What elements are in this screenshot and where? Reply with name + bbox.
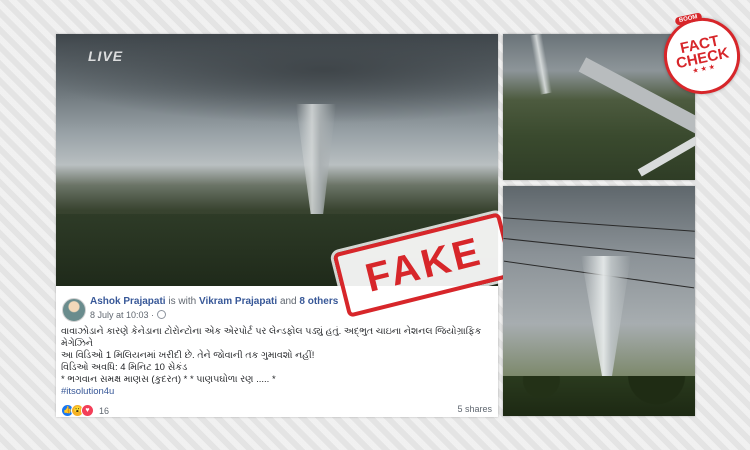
boom-label: BOOM [674,12,703,26]
with-text: is with [168,296,197,307]
facebook-post-card: LIVE 2 Ashok Prajapati is with Vikram Pr… [56,34,498,417]
power-line [503,237,695,260]
tornado-funnel [296,104,336,224]
love-icon: ♥ [81,404,94,417]
powerline-tornado-photo [503,186,695,416]
live-label: LIVE [88,48,124,64]
author-link[interactable]: Ashok Prajapati [90,296,166,307]
body-line-2: આ વિડિઓ 1 મિલિયનમાં ખરીદી છે. તેને જોવાન… [61,350,315,361]
tagged-link[interactable]: Vikram Prajapati [199,296,277,307]
timestamp-link[interactable]: 8 July at 10:03 · [90,310,154,320]
body-line-4: * ભગવાન સમક્ષ માણસ (કુદરત) * * પાણ૫ઘોળા … [61,374,276,385]
body-line-1: વાવાઝોડાને કારણે કેનેડાના ટોરોન્ટોના એક … [61,326,482,349]
avatar[interactable] [62,298,86,322]
body-line-3: વિડિઓ અવધિ: 4 મિનિટ 10 સેકંડ [61,362,188,373]
post-body: વાવાઝોડાને કારણે કેનેડાના ટોરોન્ટોના એક … [61,326,493,398]
reaction-count: 16 [99,405,110,416]
power-line [503,217,695,232]
tornado-funnel [529,34,553,95]
reactions-summary[interactable]: 👍 😮 ♥ 16 [61,404,109,417]
others-link[interactable]: 8 others [299,296,338,307]
hashtag-link[interactable]: #itsolution4u [61,386,493,398]
post-header: Ashok Prajapati is with Vikram Prajapati… [90,296,338,307]
post-date: 8 July at 10:03 · [90,310,167,320]
treeline [503,376,695,416]
globe-icon [157,310,167,319]
and-text: and [279,296,297,307]
shares-count[interactable]: 5 shares [457,404,492,414]
tornado-funnel [581,256,631,376]
